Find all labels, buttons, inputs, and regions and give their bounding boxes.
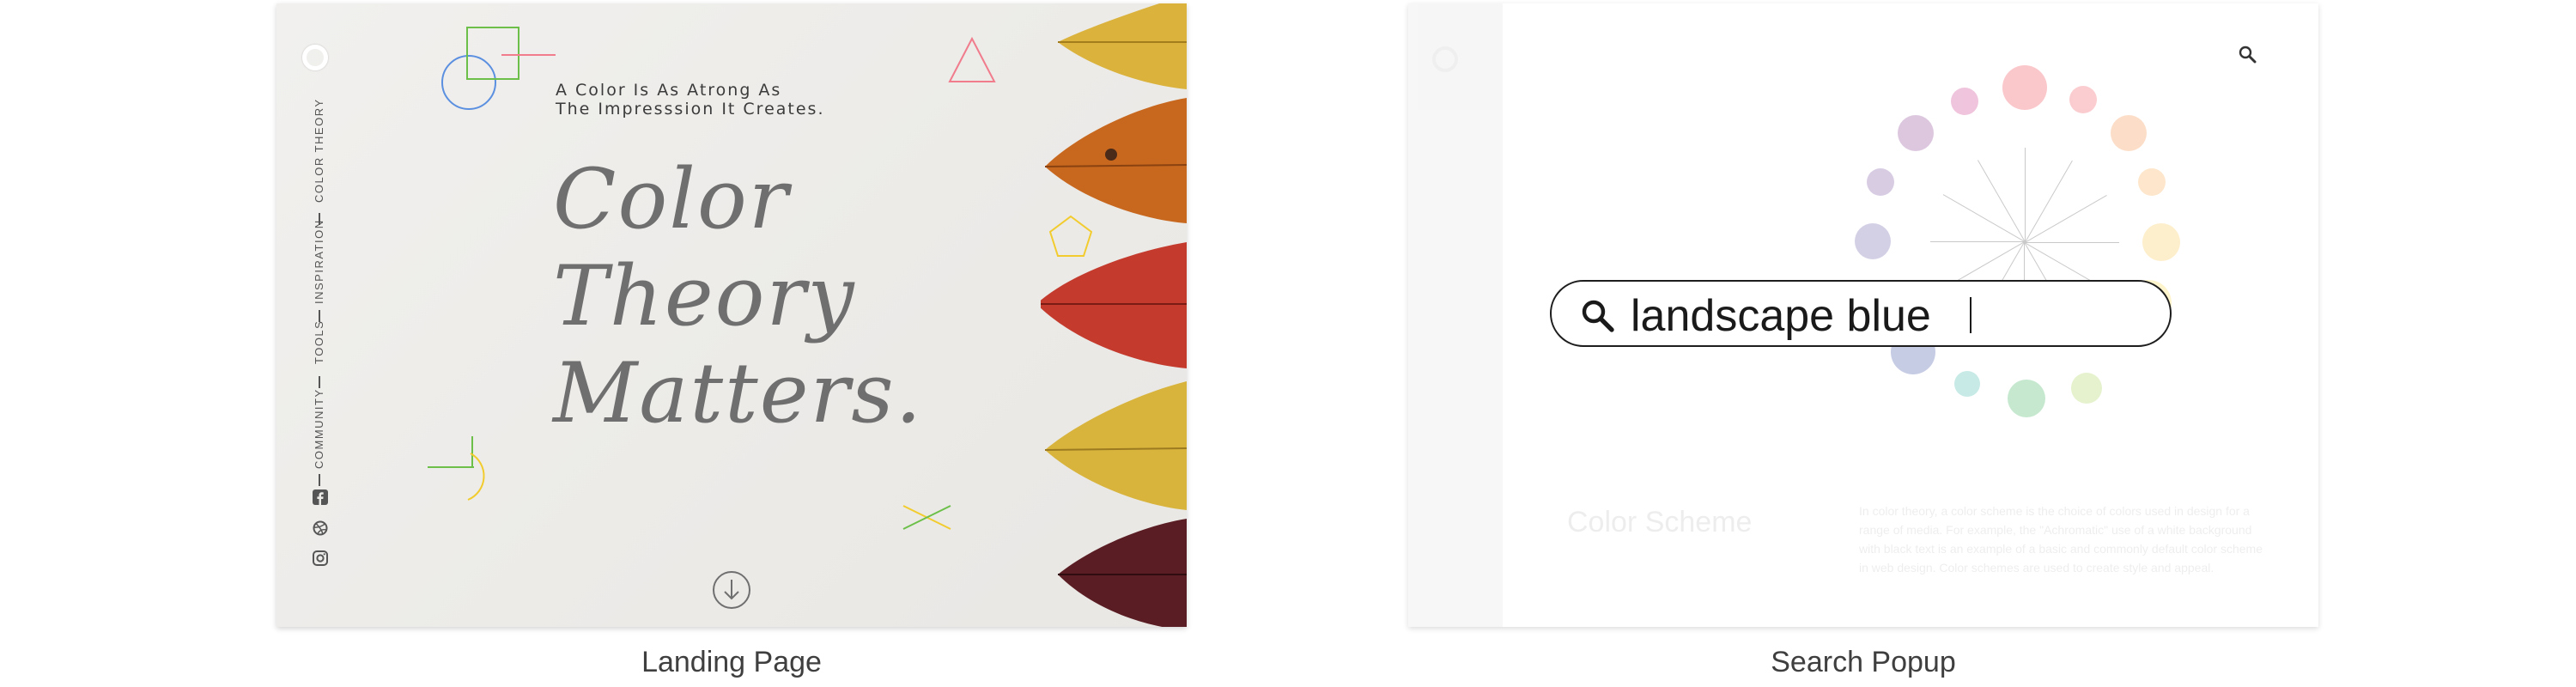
red-leaf xyxy=(1041,242,1187,368)
yellow-arc-shape xyxy=(467,453,485,501)
hero-heading-line-1: Color xyxy=(553,151,790,247)
wheel-dot xyxy=(2069,86,2097,113)
landing-page-caption: Landing Page xyxy=(641,646,822,678)
search-popup-caption: Search Popup xyxy=(1771,646,1956,678)
hero-heading-line-3: Matters. xyxy=(553,345,924,441)
autumn-leaves-image xyxy=(1041,3,1187,627)
wheel-dot xyxy=(1951,88,1978,115)
tagline-line-2: The Impresssion It Creates. xyxy=(556,100,825,119)
scroll-down-icon[interactable] xyxy=(712,570,751,610)
wheel-dot xyxy=(1898,115,1934,151)
yellow-leaf-1 xyxy=(1058,3,1187,89)
tagline: A Color Is As Atrong As The Impresssion … xyxy=(556,81,824,119)
wheel-dot xyxy=(1855,223,1891,259)
landing-page-screen: COLOR THEORY INSPIRATION TOOLS COMMUNITY xyxy=(276,3,1187,627)
search-icon[interactable] xyxy=(1579,297,1617,335)
orange-leaf xyxy=(1044,98,1187,223)
green-corner-shape xyxy=(428,436,474,468)
wheel-dot xyxy=(2008,380,2045,417)
wheel-dot xyxy=(1954,371,1980,397)
wheel-dot xyxy=(2071,373,2102,404)
wheel-dot xyxy=(2002,65,2047,110)
yellow-leaf-2 xyxy=(1044,381,1187,510)
wheel-dot xyxy=(1867,168,1894,196)
wheel-dot xyxy=(2111,115,2147,151)
text-cursor xyxy=(1970,297,1971,333)
pink-triangle-shape xyxy=(948,36,996,82)
search-bar[interactable]: landscape blue xyxy=(1550,280,2172,347)
dark-red-leaf xyxy=(1058,519,1187,627)
wheel-dot xyxy=(2142,223,2180,261)
wheel-dot xyxy=(2138,168,2166,196)
hero-heading-line-2: Theory xyxy=(553,248,856,344)
tagline-line-1: A Color Is As Atrong As xyxy=(556,81,782,100)
search-popup-screen: Color Scheme In color theory, a color sc… xyxy=(1408,3,2318,627)
search-input[interactable]: landscape blue xyxy=(1631,290,1931,342)
blue-circle-shape xyxy=(441,55,496,110)
search-icon[interactable] xyxy=(2238,45,2257,64)
